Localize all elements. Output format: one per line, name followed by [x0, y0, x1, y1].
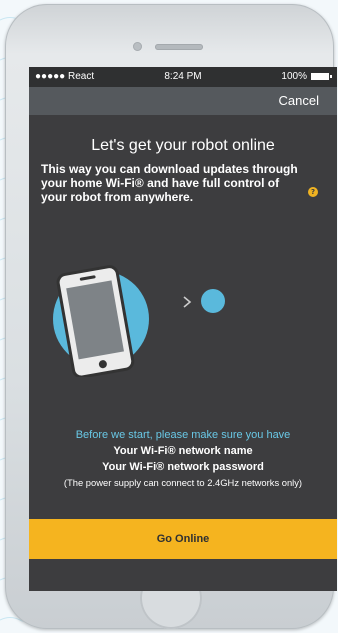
cancel-button[interactable]: Cancel — [279, 93, 319, 108]
earpiece-speaker — [155, 44, 203, 50]
battery-percent: 100% — [281, 71, 307, 82]
prep-title: Before we start, please make sure you ha… — [75, 429, 291, 441]
nav-bar: Cancel — [29, 87, 337, 115]
chevron-right-icon — [183, 296, 192, 308]
page-title: Let's get your robot online — [91, 137, 275, 154]
intro-text: This way you can download updates throug… — [41, 162, 298, 204]
prep-item-network-password: Your Wi-Fi® network password — [102, 461, 264, 473]
battery-status: 100% — [281, 71, 332, 82]
prep-note: (The power supply can connect to 2.4GHz … — [63, 477, 303, 488]
robot-dot — [201, 289, 225, 313]
status-bar: ●●●●● React 8:24 PM 100% — [29, 67, 337, 87]
phone-connect-illustration — [53, 265, 225, 377]
battery-icon — [311, 73, 332, 80]
front-camera — [133, 42, 142, 51]
info-icon[interactable]: ? — [308, 187, 318, 197]
app-screen: ●●●●● React 8:24 PM 100% Cancel Let's ge… — [29, 67, 337, 591]
go-online-button[interactable]: Go Online — [29, 519, 337, 559]
prep-item-network-name: Your Wi-Fi® network name — [113, 445, 253, 457]
